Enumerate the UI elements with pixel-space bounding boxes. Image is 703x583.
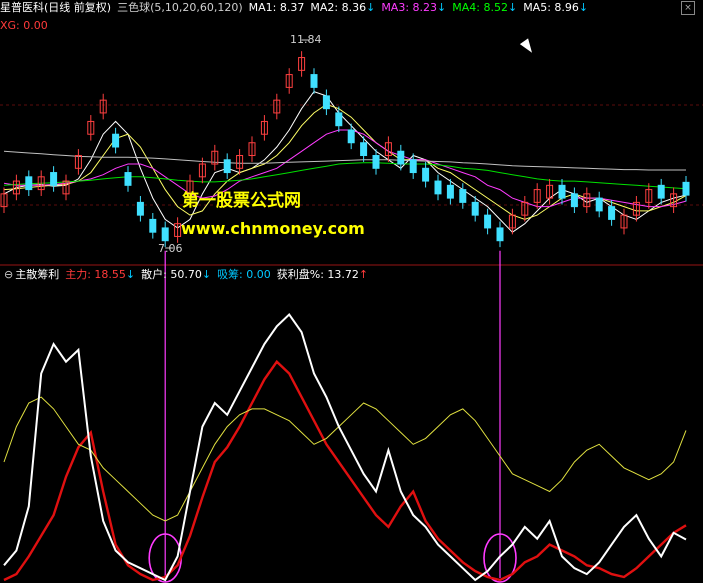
stock-name: 星普医科 [0, 1, 44, 14]
main-header: 星普医科(日线 前复权) 三色球(5,10,20,60,120) MA1: 8.37… [0, 0, 703, 16]
up-arrow-icon: ↑ [358, 268, 369, 281]
candle [471, 201, 479, 216]
candle [409, 159, 417, 174]
candle [335, 112, 343, 127]
watermark-title: 第一股票公式网 [182, 191, 301, 211]
candle [347, 129, 355, 144]
candle [372, 155, 380, 169]
candle [360, 142, 368, 157]
ma-line-5 [3, 150, 686, 171]
period-label: (日线 前复权) [44, 1, 112, 14]
candle [149, 218, 157, 233]
candle [496, 227, 504, 242]
candle [434, 180, 442, 195]
zhuli-value: 主力: 18.55 [65, 268, 126, 281]
sanhu-value: 散户: 50.70 [141, 268, 202, 281]
down-arrow-icon: ↓ [507, 1, 518, 14]
indicator-name: 主散筹利 [15, 268, 60, 281]
ma3-value: MA3: 8.23 [381, 1, 438, 14]
candle [50, 172, 58, 186]
candle [161, 227, 169, 242]
candle [608, 206, 616, 220]
candle [25, 176, 33, 191]
xichou-value: 吸筹: 0.00 [217, 268, 271, 281]
candle [422, 167, 430, 182]
candle [484, 214, 492, 229]
candle [446, 184, 454, 199]
candle [570, 193, 578, 208]
huoli-value: 获利盘%: 13.72 [276, 268, 359, 281]
watermark-url: www.chnmoney.com [181, 219, 365, 238]
candle [322, 95, 330, 110]
ma2-value: MA2: 8.36 [310, 1, 367, 14]
candle [397, 150, 405, 165]
down-arrow-icon: ↓ [201, 268, 212, 281]
down-arrow-icon: ↓ [437, 1, 447, 14]
high-label: 11.84 [290, 33, 322, 46]
candle [223, 159, 231, 174]
close-icon[interactable]: × [681, 1, 695, 15]
candle [112, 133, 120, 148]
indicator-label: 三色球(5,10,20,60,120) [117, 1, 243, 14]
candle [124, 172, 132, 186]
down-arrow-icon: ↓ [578, 1, 589, 14]
indicator-header: ⊖ 主散筹利 主力: 18.55↓ 散户: 50.70↓ 吸筹: 0.00 获利盘%: 1… [0, 267, 703, 283]
candle [558, 184, 566, 199]
down-arrow-icon: ↓ [366, 1, 376, 14]
collapse-icon[interactable]: ⊖ [4, 268, 13, 281]
low-label: 7.06 [158, 242, 183, 255]
indicator-line-3 [3, 312, 687, 582]
down-arrow-icon: ↓ [125, 268, 136, 281]
ma1-value: MA1: 8.37 [248, 1, 305, 14]
xg-value: XG: 0.00 [0, 19, 48, 32]
candle [136, 201, 144, 216]
candle [459, 189, 467, 203]
candle [657, 184, 665, 199]
candle [595, 197, 603, 212]
xg-header: XG: 0.00 [0, 18, 703, 34]
candle [682, 181, 690, 196]
ma-line-4 [3, 162, 687, 190]
ma4-value: MA4: 8.52 [452, 1, 508, 14]
candle [310, 74, 318, 88]
kline-chart: 11.84 7.06 [0, 33, 703, 583]
ma5-value: MA5: 8.96 [523, 1, 579, 14]
